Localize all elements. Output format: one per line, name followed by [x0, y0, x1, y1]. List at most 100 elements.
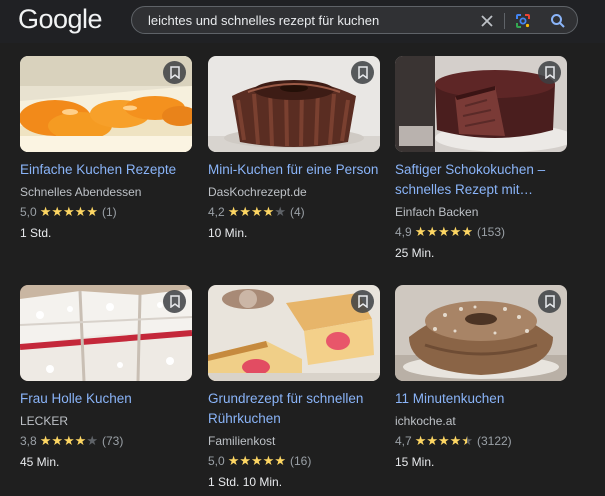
rating-stars: ★ ★ ★ ★ ★: [228, 453, 286, 469]
recipe-time: 15 Min.: [395, 455, 435, 469]
star-icon: ★: [449, 433, 462, 448]
recipe-title[interactable]: Einfache Kuchen Rezepte: [20, 160, 192, 180]
recipe-card[interactable]: Grundrezept für schnellen Rührkuchen Fam…: [208, 285, 380, 490]
rating-count: (73): [101, 434, 124, 448]
recipe-image[interactable]: [395, 56, 567, 152]
recipe-time: 1 Std.: [20, 226, 52, 240]
bookmark-icon: [357, 66, 368, 79]
star-icon: ★: [63, 433, 75, 448]
star-icon: ★: [414, 224, 427, 239]
recipe-card[interactable]: Frau Holle Kuchen LECKER 3,8 ★ ★ ★ ★ ★ (73) …: [20, 285, 192, 470]
rating-score: 4,9: [395, 225, 412, 239]
recipe-title[interactable]: Frau Holle Kuchen: [20, 389, 192, 409]
recipe-rating: 4,7 ★ ★ ★ ★ ★ (3122): [395, 433, 567, 449]
star-icon: ★: [227, 453, 240, 468]
search-icon[interactable]: [548, 11, 568, 31]
bookmark-button[interactable]: [538, 290, 561, 313]
search-box[interactable]: [131, 6, 578, 34]
star-icon: ★: [438, 224, 450, 239]
bookmark-button[interactable]: [163, 61, 186, 84]
rating-score: 4,2: [208, 205, 225, 219]
recipe-source: DasKochrezept.de: [208, 185, 307, 199]
recipe-title[interactable]: Grundrezept für schnellen Rührkuchen: [208, 389, 380, 429]
recipe-image[interactable]: [208, 285, 380, 381]
recipe-time: 1 Std. 10 Min.: [208, 475, 283, 489]
rating-stars: ★ ★ ★ ★ ★: [415, 433, 473, 449]
recipe-image[interactable]: [20, 56, 192, 152]
star-icon: ★: [39, 433, 52, 448]
search-divider: [504, 13, 505, 29]
rating-count: (3122): [476, 434, 512, 448]
bookmark-icon: [544, 66, 555, 79]
google-lens-icon[interactable]: [513, 11, 533, 31]
rating-score: 4,7: [395, 434, 412, 448]
bookmark-button[interactable]: [538, 61, 561, 84]
rating-score: 3,8: [20, 434, 37, 448]
star-icon: ★: [449, 224, 462, 239]
recipe-card[interactable]: Mini-Kuchen für eine Person DasKochrezep…: [208, 56, 380, 241]
star-icon: ★: [262, 453, 275, 468]
star-icon: ★: [51, 433, 63, 448]
recipe-card[interactable]: 11 Minutenkuchen ichkoche.at 4,7 ★ ★ ★ ★ ★ (…: [395, 285, 567, 470]
recipe-rating: 3,8 ★ ★ ★ ★ ★ (73): [20, 433, 192, 449]
search-header: Google: [0, 0, 605, 43]
rating-count: (4): [289, 205, 305, 219]
recipe-title[interactable]: 11 Minutenkuchen: [395, 389, 567, 409]
recipe-rating: 4,9 ★ ★ ★ ★ ★ (153): [395, 224, 567, 240]
bookmark-icon: [169, 66, 180, 79]
star-icon: ★: [239, 453, 251, 468]
recipe-image[interactable]: [208, 56, 380, 152]
star-icon: ★: [63, 204, 75, 219]
bookmark-button[interactable]: [163, 290, 186, 313]
star-icon: ★: [86, 204, 98, 219]
bookmark-button[interactable]: [351, 290, 374, 313]
star-icon: ★: [414, 433, 427, 448]
star-icon: ★: [227, 204, 240, 219]
recipe-time: 10 Min.: [208, 226, 248, 240]
recipe-source: Einfach Backen: [395, 205, 479, 219]
search-input[interactable]: [148, 11, 448, 29]
recipe-image[interactable]: [20, 285, 192, 381]
recipe-source: Familienkost: [208, 434, 276, 448]
rating-stars: ★ ★ ★ ★ ★: [40, 204, 98, 220]
recipe-card[interactable]: Saftiger Schokokuchen – schnelles Rezept…: [395, 56, 567, 261]
star-icon: ★: [274, 453, 286, 468]
rating-score: 5,0: [20, 205, 37, 219]
recipe-image[interactable]: [395, 285, 567, 381]
star-icon: ★: [262, 204, 275, 219]
recipe-source: Schnelles Abendessen: [20, 185, 142, 199]
star-icon: ★: [274, 204, 286, 219]
rating-score: 5,0: [208, 454, 225, 468]
star-icon: ★: [39, 204, 52, 219]
rating-stars: ★ ★ ★ ★ ★: [40, 433, 98, 449]
bookmark-icon: [544, 295, 555, 308]
star-icon: ★: [239, 204, 251, 219]
bookmark-icon: [169, 295, 180, 308]
rating-count: (16): [289, 454, 312, 468]
star-icon: ★: [74, 204, 87, 219]
recipe-rating: 5,0 ★ ★ ★ ★ ★ (1): [20, 204, 192, 220]
recipe-time: 45 Min.: [20, 455, 60, 469]
recipe-source: LECKER: [20, 414, 69, 428]
recipe-card[interactable]: Einfache Kuchen Rezepte Schnelles Abende…: [20, 56, 192, 241]
bookmark-button[interactable]: [351, 61, 374, 84]
star-icon: ★: [74, 433, 87, 448]
star-icon: ★: [461, 433, 473, 448]
recipe-title[interactable]: Mini-Kuchen für eine Person: [208, 160, 380, 180]
clear-icon[interactable]: [477, 11, 497, 31]
recipe-time: 25 Min.: [395, 246, 435, 260]
star-icon: ★: [51, 204, 63, 219]
recipe-source: ichkoche.at: [395, 414, 456, 428]
google-logo[interactable]: Google: [18, 4, 103, 35]
star-icon: ★: [251, 204, 263, 219]
recipe-title[interactable]: Saftiger Schokokuchen – schnelles Rezept…: [395, 160, 567, 200]
star-icon: ★: [251, 453, 263, 468]
recipe-rating: 5,0 ★ ★ ★ ★ ★ (16): [208, 453, 380, 469]
recipe-rating: 4,2 ★ ★ ★ ★ ★ (4): [208, 204, 380, 220]
star-icon: ★: [426, 224, 438, 239]
rating-stars: ★ ★ ★ ★ ★: [415, 224, 473, 240]
rating-count: (153): [476, 225, 505, 239]
rating-count: (1): [101, 205, 117, 219]
star-icon: ★: [86, 433, 98, 448]
rating-stars: ★ ★ ★ ★ ★: [228, 204, 286, 220]
